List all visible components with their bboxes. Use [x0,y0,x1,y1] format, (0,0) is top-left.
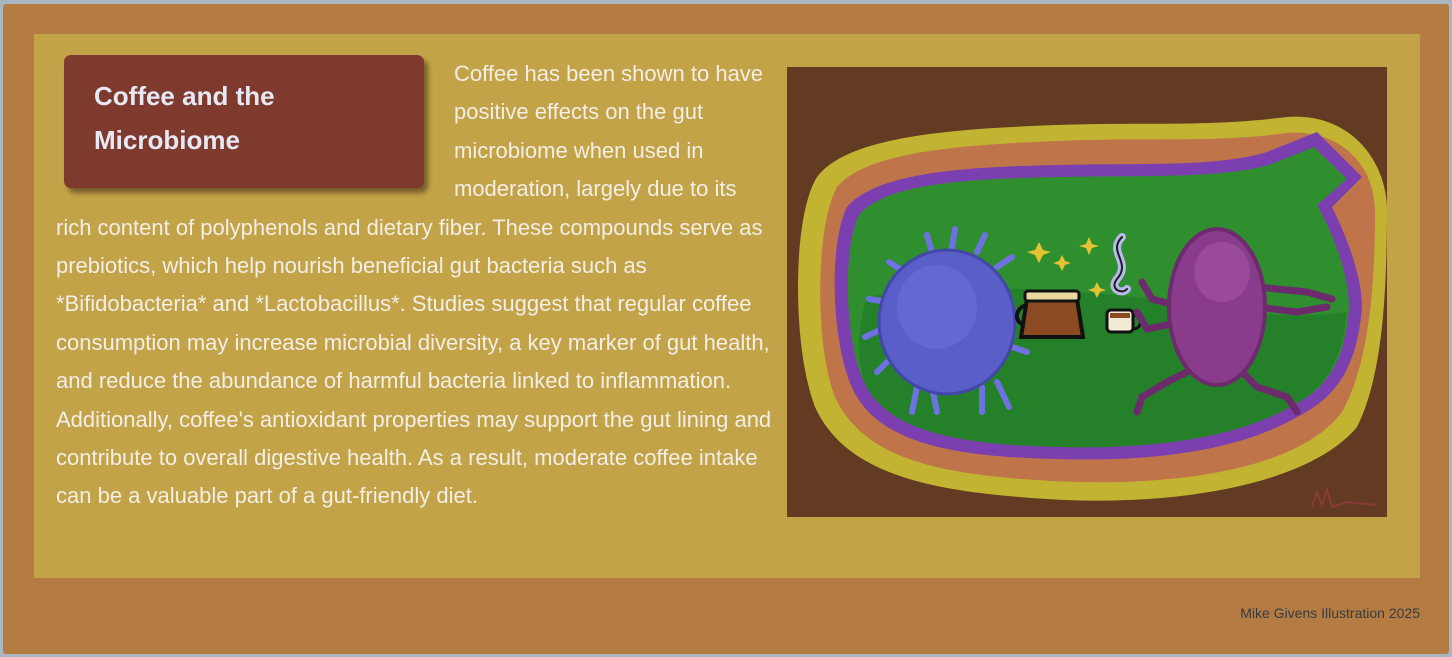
illustration-canvas [797,116,1387,509]
coffee-pot-icon [1015,289,1086,339]
illustration-credit: Mike Givens Illustration 2025 [1240,605,1420,621]
article: Coffee and the Microbiome Coffee has bee… [56,55,778,516]
signature-mark [1311,485,1378,509]
article-title: Coffee and the Microbiome [94,81,275,155]
title-card: Coffee and the Microbiome [64,55,424,188]
illustration [787,67,1387,517]
content-panel: Coffee and the Microbiome Coffee has bee… [34,34,1420,578]
page: Coffee and the Microbiome Coffee has bee… [3,4,1449,654]
